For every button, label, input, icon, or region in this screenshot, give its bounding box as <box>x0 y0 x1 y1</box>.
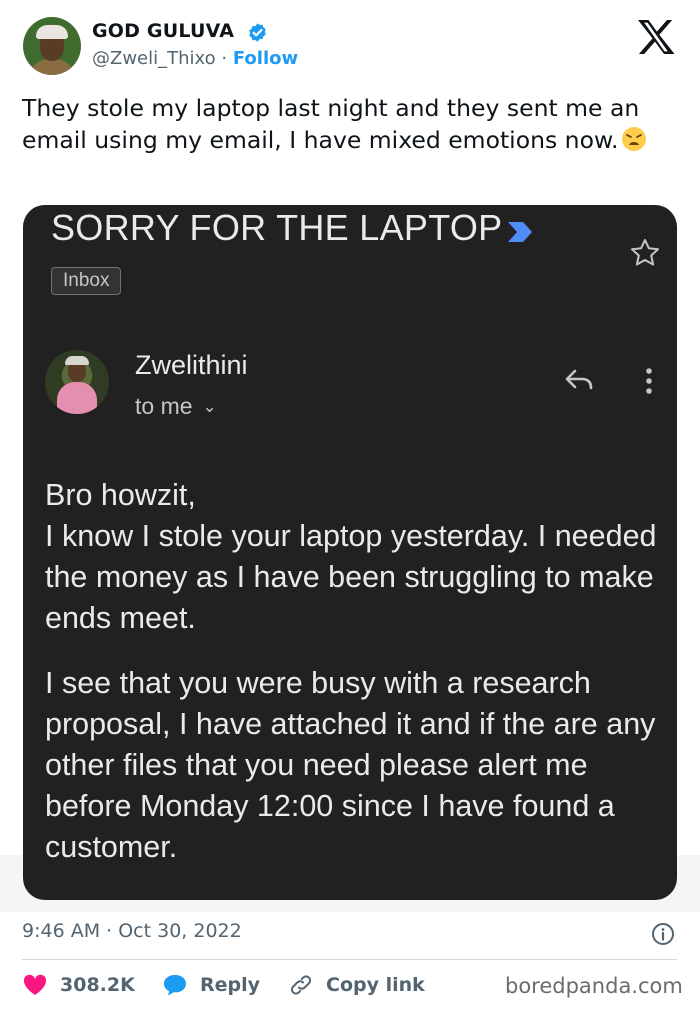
handle[interactable]: @Zweli_Thixo <box>92 48 216 69</box>
link-icon <box>290 975 312 995</box>
heart-icon <box>23 974 47 995</box>
email-paragraph: Bro howzit, I know I stole your laptop y… <box>45 478 657 635</box>
email-subject: SORRY FOR THE LAPTOP <box>51 207 503 248</box>
follow-button[interactable]: Follow <box>233 48 298 69</box>
sender-avatar[interactable] <box>45 350 109 414</box>
tweet-header: GOD GULUVA @Zweli_Thixo · Follow <box>0 0 700 90</box>
email-body: Bro howzit, I know I stole your laptop y… <box>45 475 660 892</box>
divider <box>22 959 677 960</box>
like-button[interactable]: 308.2K <box>22 968 135 1002</box>
verified-badge-icon <box>249 23 266 42</box>
handle-row: @Zweli_Thixo · Follow <box>92 48 298 69</box>
like-count: 308.2K <box>60 974 135 996</box>
star-icon[interactable] <box>629 237 661 269</box>
weary-face-emoji-icon <box>621 127 646 151</box>
reply-label: Reply <box>200 974 261 996</box>
reply-bubble-icon <box>164 975 186 996</box>
separator: · <box>221 48 228 69</box>
email-paragraph: I see that you were busy with a research… <box>45 666 656 864</box>
x-logo-icon[interactable] <box>636 19 676 55</box>
copy-link-label: Copy link <box>326 974 425 996</box>
info-icon[interactable] <box>651 922 675 946</box>
display-name[interactable]: GOD GULUVA <box>92 20 234 42</box>
recipient-toggle[interactable]: to me ⌄ <box>135 393 217 420</box>
inbox-label-chip[interactable]: Inbox <box>51 267 122 295</box>
more-vert-icon[interactable] <box>640 365 658 397</box>
sender-name: Zwelithini <box>135 350 248 380</box>
tweet-timestamp[interactable]: 9:46 AM · Oct 30, 2022 <box>22 920 242 942</box>
watermark: boredpanda.com <box>505 974 683 998</box>
email-screenshot: SORRY FOR THE LAPTOP Inbox Zwelithini to… <box>23 205 677 900</box>
copy-link-button[interactable]: Copy link <box>288 968 425 1002</box>
tweet-text: They stole my laptop last night and they… <box>22 92 682 156</box>
reply-icon[interactable] <box>563 365 597 393</box>
chevron-down-icon: ⌄ <box>202 397 217 416</box>
reply-button[interactable]: Reply <box>162 968 260 1002</box>
avatar[interactable] <box>23 17 81 75</box>
importance-arrow-icon <box>508 222 532 242</box>
recipient-label: to me <box>135 393 193 419</box>
